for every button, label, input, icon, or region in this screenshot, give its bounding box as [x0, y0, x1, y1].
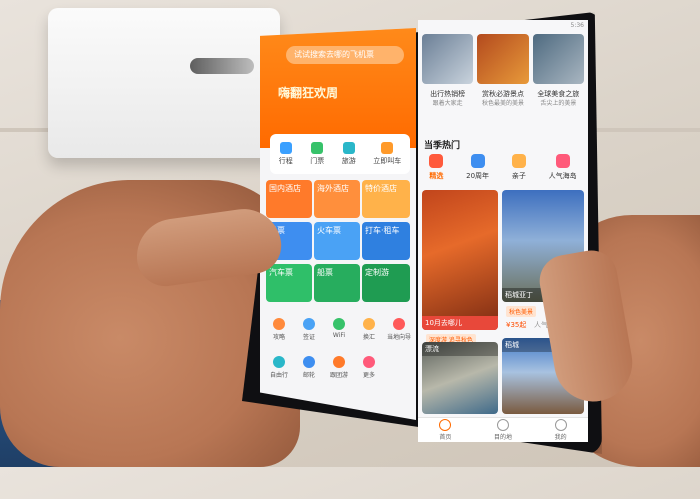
card-daocheng-price: ¥35起 — [506, 321, 527, 329]
tile-ship[interactable]: 船票 — [314, 264, 360, 302]
nav-destination[interactable]: 目的地 — [494, 419, 512, 441]
feature-card-autumn[interactable] — [477, 34, 529, 84]
visa-icon — [303, 318, 315, 330]
quick-actions: 行程 门票 旅游 立即叫车 — [270, 134, 410, 174]
icon-item[interactable]: 自由行 — [264, 356, 294, 388]
family-icon — [511, 154, 526, 168]
banner-title[interactable]: 嗨翻狂欢周 — [278, 84, 398, 101]
island-icon — [555, 154, 570, 168]
service-tiles: 国内酒店 海外酒店 特价酒店 机票 火车票 打车·租车 汽车票 船票 定制游 — [266, 180, 410, 310]
feature-captions: 出行热销榜 跟着大家走 赏秋必游景点 秋色最美的美景 全球美食之旅 舌尖上的美景 — [422, 90, 584, 108]
feature-caption: 赏秋必游景点 秋色最美的美景 — [481, 90, 524, 107]
icon-item[interactable]: 签证 — [294, 318, 324, 350]
card-autumn-label: 10月去哪儿 — [422, 316, 498, 330]
tile-bus[interactable]: 汽车票 — [266, 264, 312, 302]
top-feature-cards — [422, 34, 584, 84]
section-title: 当季热门 — [424, 141, 461, 151]
white-speaker-device — [48, 8, 280, 158]
feature-caption: 全球美食之旅 舌尖上的美景 — [537, 90, 580, 107]
feature-caption: 出行热销榜 跟着大家走 — [430, 90, 466, 107]
car-icon — [381, 142, 394, 154]
card-daocheng-tag: 秋色美景 — [506, 306, 537, 317]
quick-action[interactable]: 门票 — [310, 142, 324, 166]
quick-action[interactable]: 立即叫车 — [373, 142, 401, 166]
guide-icon — [273, 318, 285, 330]
globe-icon — [496, 419, 509, 431]
feature-card-hot[interactable] — [422, 34, 474, 84]
quick-action[interactable]: 旅游 — [342, 142, 356, 166]
tab-island[interactable]: 人气海岛 — [549, 154, 577, 181]
icon-item[interactable]: 更多 — [354, 356, 384, 388]
exchange-icon — [363, 318, 375, 330]
ticket-icon — [311, 142, 324, 154]
icon-item[interactable]: 跟团游 — [324, 356, 354, 388]
tile-custom-tour[interactable]: 定制游 — [362, 264, 410, 302]
left-screen: 试试搜索去哪的飞机票 嗨翻狂欢周 行程 门票 旅游 立即叫车 国内酒店 海外酒店… — [260, 28, 416, 420]
category-tabs: 精选 20周年 亲子 人气海岛 — [418, 154, 588, 181]
icon-item[interactable]: 攻略 — [264, 318, 294, 350]
group-tour-icon — [333, 356, 345, 368]
tile-taxi[interactable]: 打车·租车 — [362, 222, 410, 260]
anniversary-icon — [470, 154, 485, 168]
mountain-icon — [342, 142, 355, 154]
more-icon — [363, 356, 375, 368]
tile-train[interactable]: 火车票 — [314, 222, 360, 260]
quick-action[interactable]: 行程 — [279, 142, 293, 166]
user-icon — [554, 419, 567, 431]
speaker-slot — [190, 58, 254, 74]
thumb-up-icon — [429, 154, 444, 168]
trip-icon — [279, 142, 292, 154]
feature-card-food[interactable] — [532, 34, 584, 84]
tile-special-hotel[interactable]: 特价酒店 — [362, 180, 410, 218]
tile-overseas-hotel[interactable]: 海外酒店 — [314, 180, 360, 218]
tab-family[interactable]: 亲子 — [511, 154, 526, 181]
wifi-icon — [333, 318, 345, 330]
free-travel-icon — [273, 356, 285, 368]
local-guide-icon — [393, 318, 405, 330]
search-input[interactable]: 试试搜索去哪的飞机票 — [286, 46, 404, 64]
tab-featured[interactable]: 精选 — [429, 154, 444, 181]
card-rafting[interactable]: 漂流 — [422, 342, 498, 414]
icon-item[interactable]: 邮轮 — [294, 356, 324, 388]
icon-item[interactable]: 当地向导 — [384, 318, 414, 350]
icon-item[interactable]: WiFi — [324, 318, 354, 350]
service-icons: 攻略 签证 WiFi 换汇 当地向导 自由行 邮轮 跟团游 更多 — [264, 318, 414, 388]
icon-item[interactable]: 换汇 — [354, 318, 384, 350]
bottom-nav: 首页 目的地 我的 — [418, 417, 588, 442]
status-time: 5:36 — [570, 22, 584, 29]
nav-home[interactable]: 首页 — [439, 419, 451, 441]
nav-profile[interactable]: 我的 — [554, 419, 567, 441]
home-icon — [439, 419, 452, 431]
tab-20th[interactable]: 20周年 — [466, 154, 489, 181]
card-autumn[interactable]: 10月去哪儿 — [422, 190, 498, 330]
card-rafting-label: 漂流 — [422, 342, 498, 356]
cruise-icon — [303, 356, 315, 368]
tile-domestic-hotel[interactable]: 国内酒店 — [266, 180, 312, 218]
